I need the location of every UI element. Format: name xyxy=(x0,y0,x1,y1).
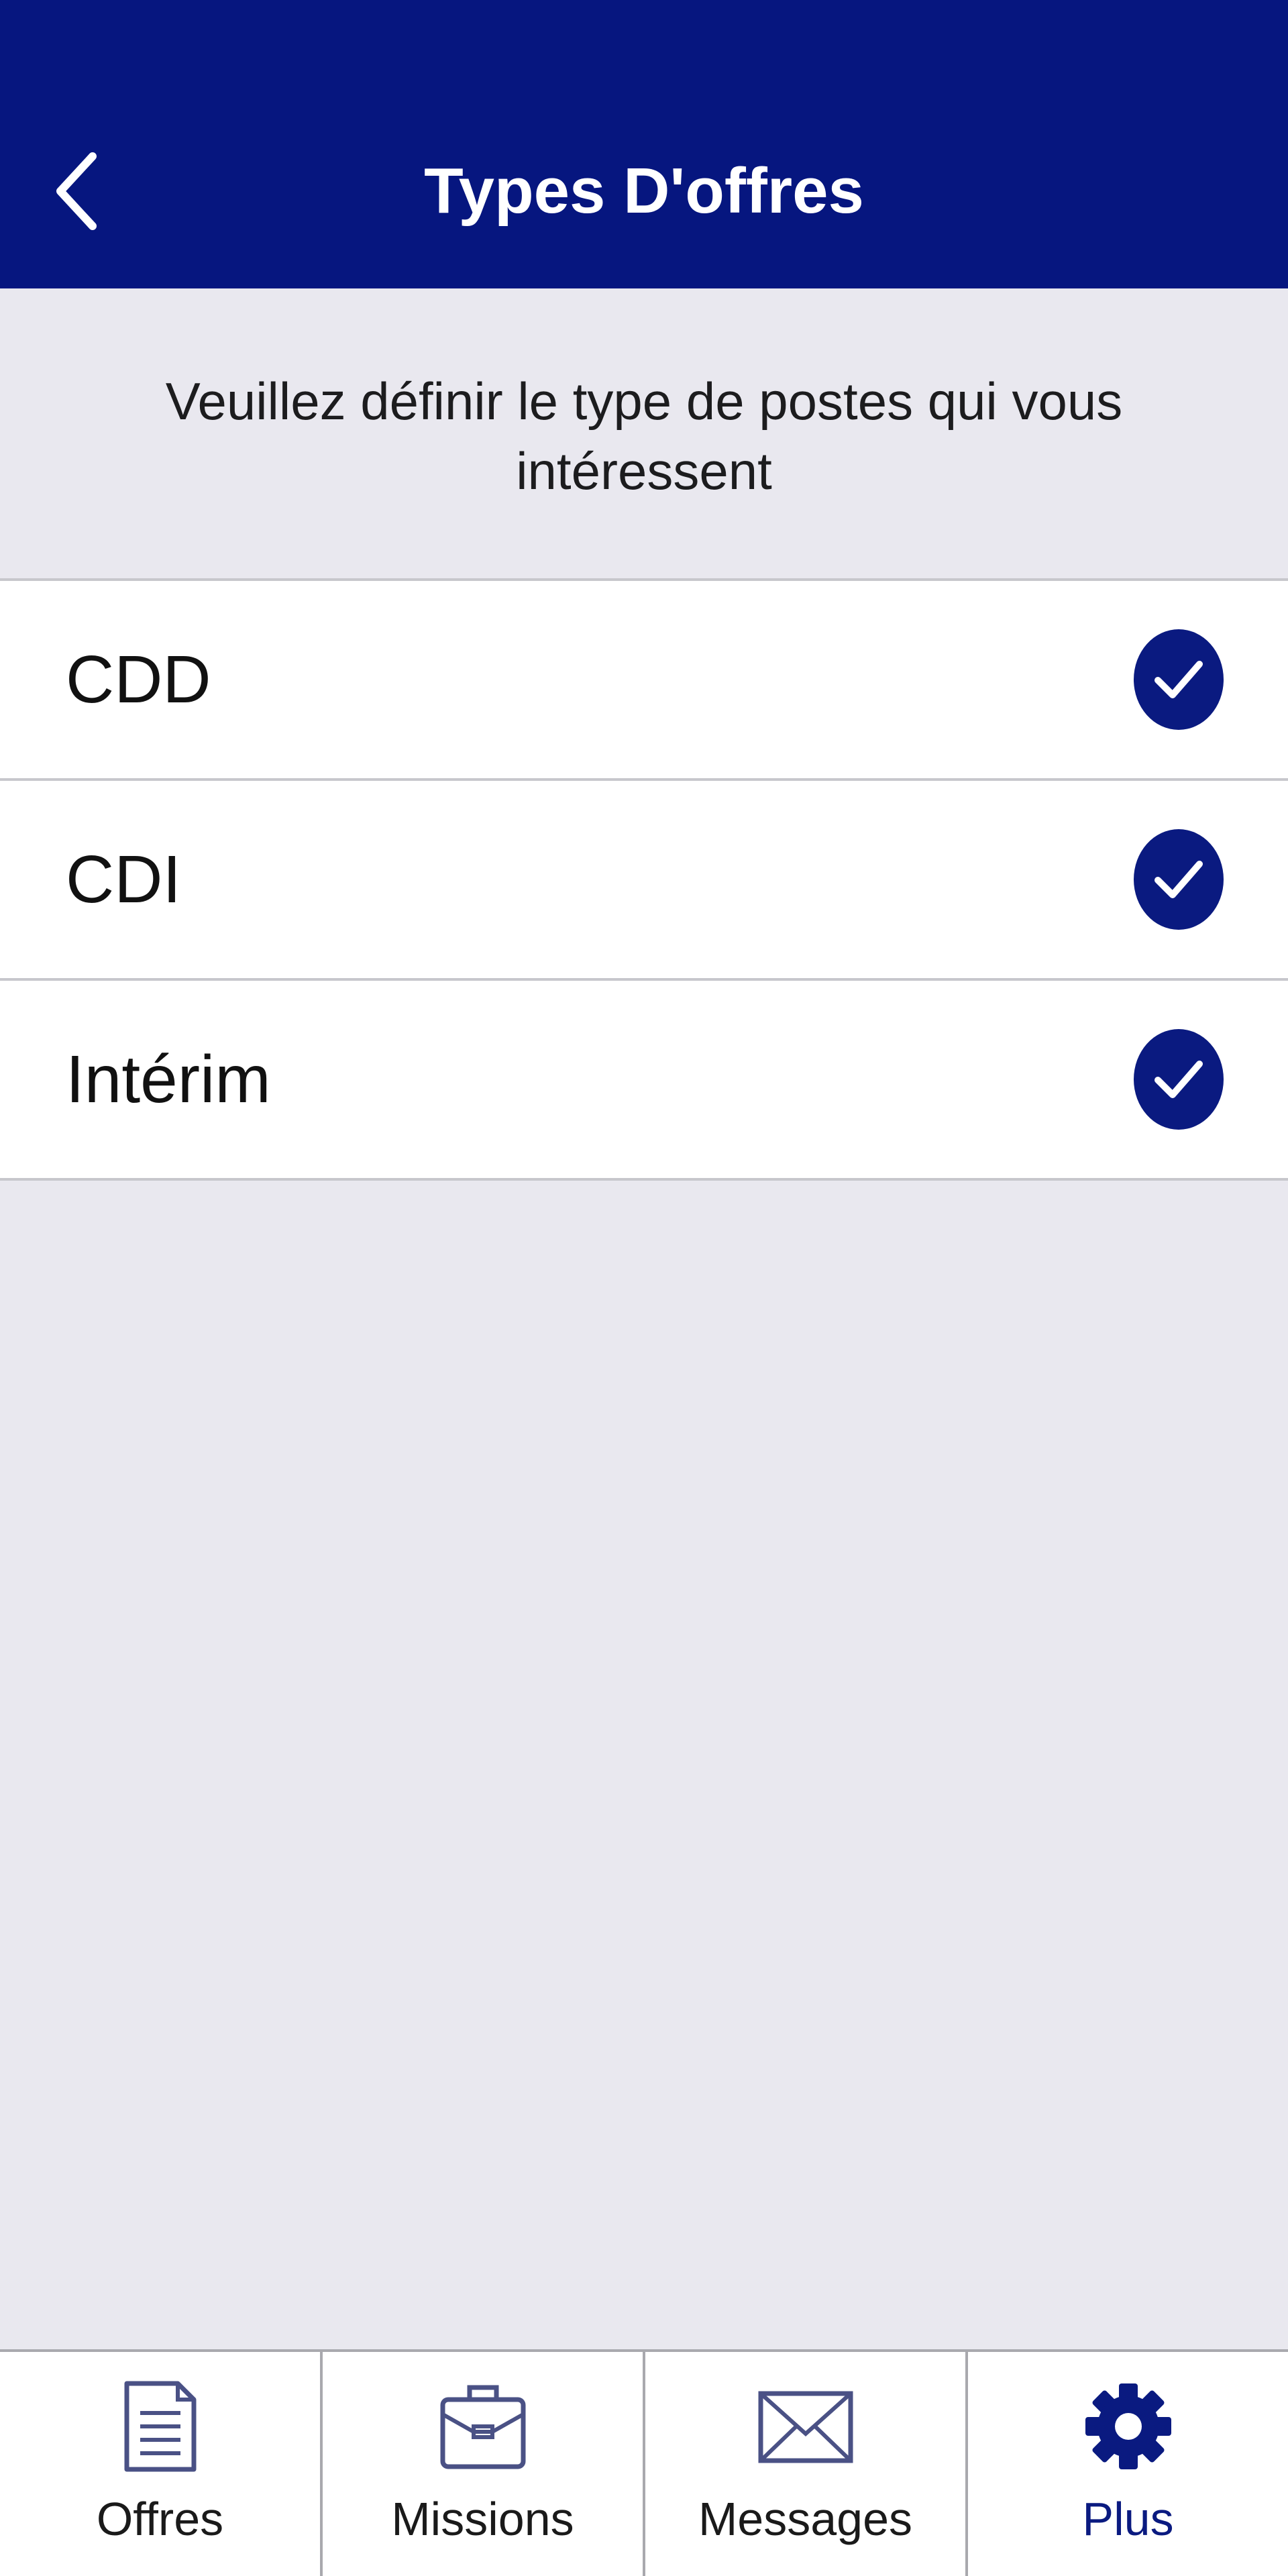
tab-label: Plus xyxy=(1082,2493,1174,2545)
screen: Types D'offres Veuillez définir le type … xyxy=(0,0,1288,2576)
tab-bar: Offres Missions Messages Plus xyxy=(0,2349,1288,2576)
tab-label: Missions xyxy=(391,2493,574,2545)
tab-messages[interactable]: Messages xyxy=(645,2352,968,2576)
document-icon xyxy=(103,2376,217,2477)
tab-plus[interactable]: Plus xyxy=(968,2352,1288,2576)
option-label: Intérim xyxy=(66,1042,271,1117)
envelope-icon xyxy=(749,2376,863,2477)
checkmark-icon[interactable] xyxy=(1134,1029,1224,1130)
info-section: Veuillez définir le type de postes qui v… xyxy=(0,288,1288,577)
page-title: Types D'offres xyxy=(424,155,864,227)
gear-icon xyxy=(1071,2376,1185,2477)
option-list: CDD CDI Intérim xyxy=(0,578,1288,1181)
checkmark-icon[interactable] xyxy=(1134,629,1224,730)
tab-label: Messages xyxy=(698,2493,913,2545)
option-label: CDI xyxy=(66,842,182,917)
briefcase-icon xyxy=(426,2376,540,2477)
option-row-interim[interactable]: Intérim xyxy=(0,981,1288,1181)
tab-missions[interactable]: Missions xyxy=(323,2352,645,2576)
tab-offres[interactable]: Offres xyxy=(0,2352,323,2576)
option-row-cdi[interactable]: CDI xyxy=(0,781,1288,981)
nav-header: Types D'offres xyxy=(0,0,1288,288)
checkmark-icon[interactable] xyxy=(1134,829,1224,930)
option-label: CDD xyxy=(66,642,211,717)
option-row-cdd[interactable]: CDD xyxy=(0,581,1288,781)
tab-label: Offres xyxy=(96,2493,224,2545)
info-text: Veuillez définir le type de postes qui v… xyxy=(165,372,1123,500)
